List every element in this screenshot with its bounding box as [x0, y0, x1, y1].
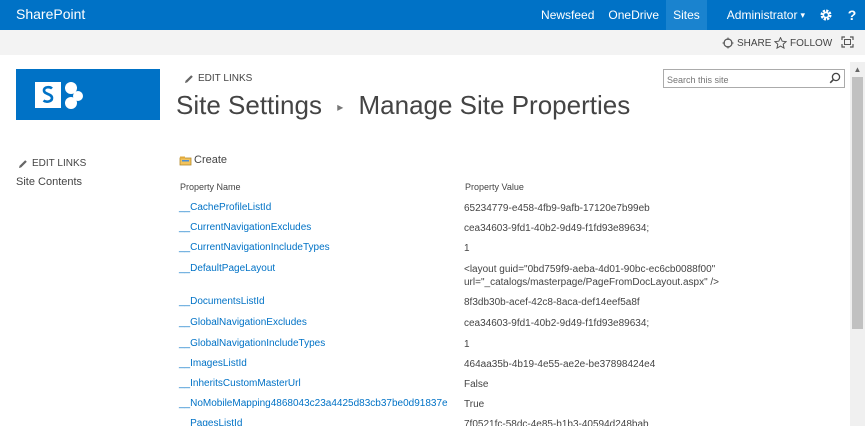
focus-icon: [841, 36, 854, 48]
suite-link-newsfeed[interactable]: Newsfeed: [534, 0, 601, 30]
breadcrumb-separator-icon: ▸: [337, 100, 344, 115]
property-value: 7f0521fc-58dc-4e85-b1b3-40594d248bab: [464, 419, 649, 426]
property-value-continued: url="_catalogs/masterpage/PageFromDocLay…: [464, 277, 720, 288]
site-logo[interactable]: [16, 69, 160, 120]
user-menu[interactable]: Administrator ▾: [707, 0, 813, 30]
property-value: 1: [464, 243, 470, 254]
star-icon: [774, 37, 787, 49]
suite-link-onedrive[interactable]: OneDrive: [601, 0, 666, 30]
breadcrumb-site-settings[interactable]: Site Settings: [176, 90, 322, 120]
share-icon: [722, 37, 734, 49]
create-button[interactable]: Create: [179, 154, 227, 166]
focus-on-content-button[interactable]: [841, 36, 854, 48]
property-name-link[interactable]: __DocumentsListId: [179, 296, 265, 307]
ribbon-bar: SHARE FOLLOW: [0, 30, 865, 55]
leftnav-edit-links-label: EDIT LINKS: [32, 158, 87, 169]
property-name-link[interactable]: __GlobalNavigationExcludes: [179, 317, 307, 328]
search-input[interactable]: [664, 71, 824, 89]
property-value: 8f3db30b-acef-42c8-8aca-def14eef5a8f: [464, 297, 640, 308]
property-name-link[interactable]: __CurrentNavigationIncludeTypes: [179, 242, 330, 253]
property-value: 464aa35b-4b19-4e55-ae2e-be37898424e4: [464, 359, 656, 370]
chevron-down-icon: ▾: [800, 10, 805, 20]
property-value: cea34603-9fd1-40b2-9d49-f1fd93e89634;: [464, 318, 650, 329]
page-title: Site Settings ▸ Manage Site Properties: [176, 90, 630, 121]
property-name-link[interactable]: __NoMobileMapping4868043c23a4425d83cb37b…: [179, 398, 448, 409]
share-button[interactable]: SHARE: [722, 37, 771, 49]
top-edit-links[interactable]: EDIT LINKS: [184, 73, 252, 84]
property-name-link[interactable]: __CurrentNavigationExcludes: [179, 222, 311, 233]
property-name-link[interactable]: __GlobalNavigationIncludeTypes: [179, 338, 325, 349]
search-icon[interactable]: [829, 72, 841, 84]
property-name-link[interactable]: __CacheProfileListId: [179, 202, 271, 213]
column-header-property-name: Property Name: [180, 182, 241, 192]
follow-button[interactable]: FOLLOW: [774, 37, 832, 49]
follow-label: FOLLOW: [790, 37, 833, 49]
suite-links: Newsfeed OneDrive Sites Administrator ▾ …: [534, 0, 865, 30]
column-header-property-value: Property Value: [465, 182, 524, 192]
property-value: 65234779-e458-4fb9-9afb-17120e7b99eb: [464, 203, 650, 214]
leftnav-edit-links[interactable]: EDIT LINKS: [18, 158, 86, 169]
property-value: <layout guid="0bd759f9-aeba-4d01-90bc-ec…: [464, 264, 716, 275]
suite-link-sites[interactable]: Sites: [666, 0, 707, 30]
property-name-link[interactable]: __ImagesListId: [179, 358, 247, 369]
property-name-link[interactable]: __InheritsCustomMasterUrl: [179, 378, 301, 389]
top-edit-links-label: EDIT LINKS: [198, 73, 253, 84]
pencil-icon: [19, 159, 27, 168]
breadcrumb-current: Manage Site Properties: [358, 90, 631, 120]
property-value: False: [464, 379, 489, 390]
search-box: [663, 69, 845, 89]
property-name-link[interactable]: __PagesListId: [179, 418, 242, 426]
property-name-link[interactable]: __DefaultPageLayout: [179, 263, 275, 274]
brand-label[interactable]: SharePoint: [16, 6, 85, 22]
pencil-icon: [185, 74, 193, 83]
help-icon[interactable]: ?: [839, 0, 865, 30]
share-label: SHARE: [737, 37, 772, 49]
property-value: 1: [464, 339, 470, 350]
scroll-up-icon[interactable]: ▲: [850, 62, 865, 76]
suite-bar: SharePoint Newsfeed OneDrive Sites Admin…: [0, 0, 865, 30]
vertical-scrollbar[interactable]: ▲: [850, 62, 865, 426]
gear-icon[interactable]: [813, 0, 839, 30]
user-name: Administrator: [726, 8, 798, 22]
create-label: Create: [194, 154, 228, 166]
new-item-icon: [179, 156, 192, 165]
sidebar-item-site-contents[interactable]: Site Contents: [16, 176, 82, 188]
sharepoint-logo-icon: [35, 82, 83, 109]
property-value: True: [464, 399, 485, 410]
property-value: cea34603-9fd1-40b2-9d49-f1fd93e89634;: [464, 223, 650, 234]
scroll-thumb[interactable]: [852, 77, 863, 329]
